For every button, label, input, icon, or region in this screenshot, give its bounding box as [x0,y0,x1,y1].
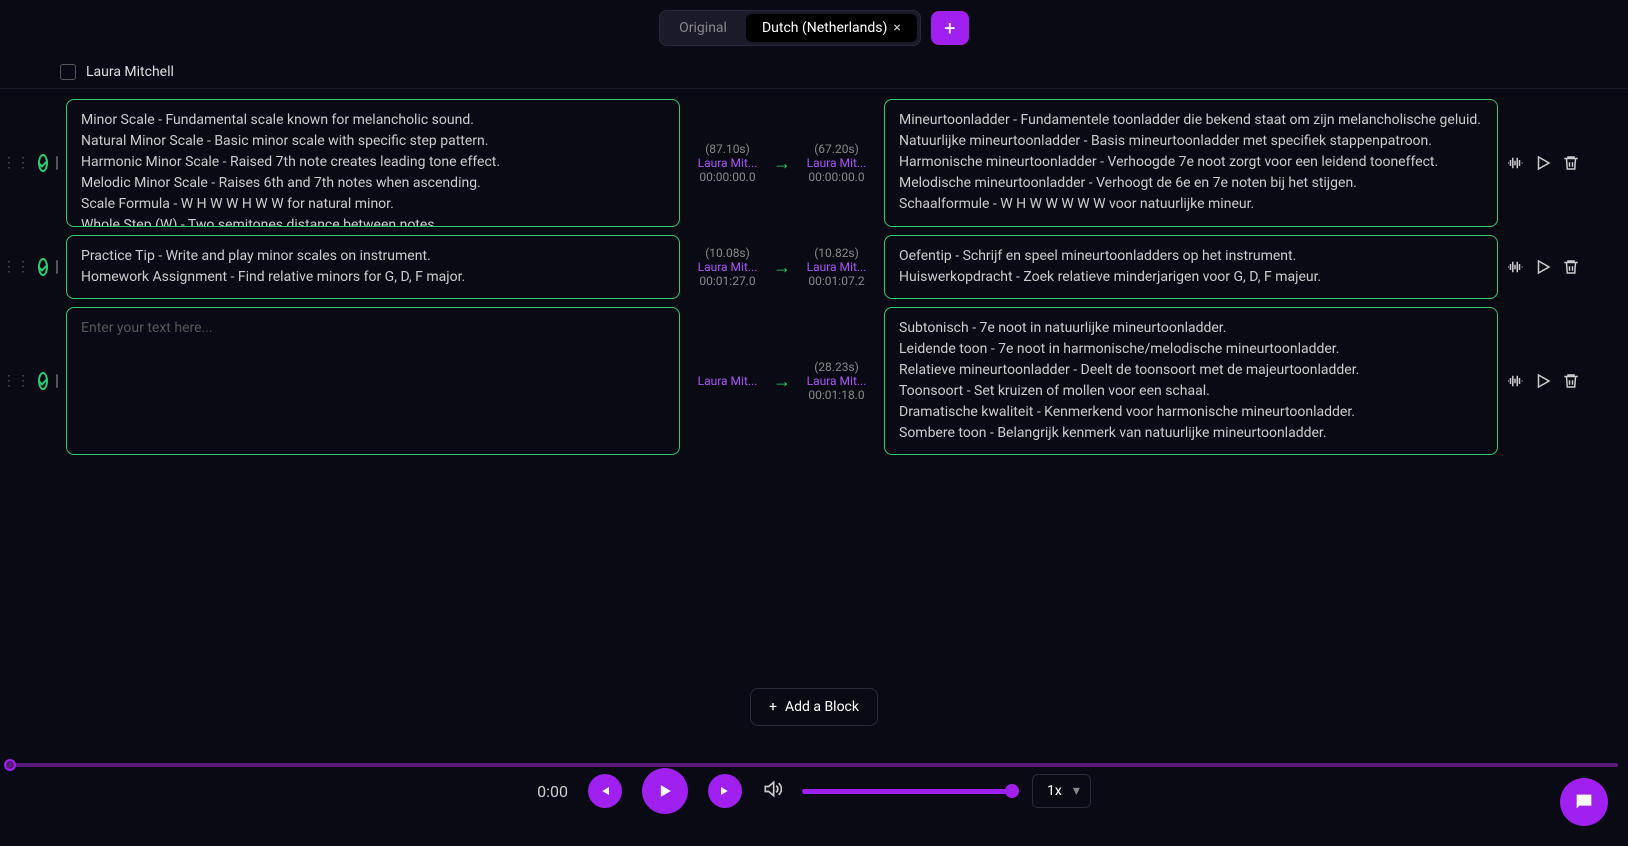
speaker-name: Laura Mitchell [86,64,174,80]
status-check-icon[interactable] [38,258,48,276]
tab-label: Dutch (Netherlands) [762,20,887,36]
timing-info: Laura Mit... → (28.23s) Laura Mit... 00:… [688,307,876,455]
prev-button[interactable] [588,774,622,808]
play-icon[interactable] [1534,372,1552,390]
trash-icon[interactable] [1562,154,1580,172]
speaker-checkbox[interactable] [60,64,76,80]
status-check-icon[interactable] [38,154,48,172]
add-block-label: Add a Block [785,699,859,715]
drag-handle-icon[interactable]: ⋮⋮ [2,156,30,170]
target-text-block[interactable]: Mineurtoonladder - Fundamentele toonladd… [884,99,1498,227]
block-actions [1506,235,1586,299]
block-row: ⋮⋮ Minor Scale - Fundamental scale known… [0,95,1628,231]
duration: (10.08s) [690,246,765,260]
play-button[interactable] [642,768,688,814]
arrow-right-icon: → [773,371,791,392]
duration: (87.10s) [690,142,765,156]
target-text-block[interactable]: Oefentip - Schrijf en speel mineurtoonla… [884,235,1498,299]
speaker-label: Laura Mit... [690,156,765,170]
row-checkbox[interactable] [56,156,58,170]
play-icon[interactable] [1534,154,1552,172]
waveform-icon[interactable] [1506,154,1524,172]
time-label: 0:00 [537,782,568,801]
chat-button[interactable] [1560,778,1608,826]
close-icon[interactable]: × [893,20,900,36]
speed-label: 1x [1047,783,1062,799]
timing-info: (10.08s) Laura Mit... 00:01:27.0 → (10.8… [688,235,876,299]
speaker-label: Laura Mit... [799,156,874,170]
speaker-label: Laura Mit... [690,260,765,274]
timestamp: 00:01:07.2 [799,274,874,288]
timing-info: (87.10s) Laura Mit... 00:00:00.0 → (67.2… [688,99,876,227]
arrow-right-icon: → [773,153,791,174]
duration: (28.23s) [799,360,874,374]
row-checkbox[interactable] [56,260,58,274]
add-language-button[interactable]: + [931,11,969,45]
speaker-row: Laura Mitchell [0,56,1628,88]
block-row: ⋮⋮ Practice Tip - Write and play minor s… [0,231,1628,303]
drag-handle-icon[interactable]: ⋮⋮ [2,374,30,388]
language-tabs: Original Dutch (Netherlands) × + [0,0,1628,56]
source-text-block[interactable]: Enter your text here... [66,307,680,455]
block-actions [1506,307,1586,455]
target-info: (67.20s) Laura Mit... 00:00:00.0 [799,142,874,184]
speaker-label: Laura Mit... [690,374,765,388]
status-check-icon[interactable] [38,372,48,390]
duration: (10.82s) [799,246,874,260]
source-info: (87.10s) Laura Mit... 00:00:00.0 [690,142,765,184]
waveform-icon[interactable] [1506,372,1524,390]
target-info: (28.23s) Laura Mit... 00:01:18.0 [799,360,874,402]
trash-icon[interactable] [1562,372,1580,390]
duration: (67.20s) [799,142,874,156]
trash-icon[interactable] [1562,258,1580,276]
drag-handle-icon[interactable]: ⋮⋮ [2,260,30,274]
add-block-button[interactable]: + Add a Block [750,688,878,726]
speed-select[interactable]: 1x [1032,774,1091,808]
block-row: ⋮⋮ Enter your text here... Laura Mit... … [0,303,1628,459]
block-actions [1506,99,1586,227]
target-info: (10.82s) Laura Mit... 00:01:07.2 [799,246,874,288]
row-controls: ⋮⋮ [10,235,58,299]
waveform-icon[interactable] [1506,258,1524,276]
source-text-block[interactable]: Minor Scale - Fundamental scale known fo… [66,99,680,227]
plus-icon: + [769,699,777,715]
timestamp: 00:00:00.0 [690,170,765,184]
tab-target[interactable]: Dutch (Netherlands) × [746,14,917,42]
timestamp: 00:01:27.0 [690,274,765,288]
tab-label: Original [679,20,727,36]
source-info: (10.08s) Laura Mit... 00:01:27.0 [690,246,765,288]
speaker-label: Laura Mit... [799,260,874,274]
speaker-label: Laura Mit... [799,374,874,388]
play-icon[interactable] [1534,258,1552,276]
timestamp: 00:01:18.0 [799,388,874,402]
row-controls: ⋮⋮ [10,99,58,227]
next-button[interactable] [708,774,742,808]
timestamp: 00:00:00.0 [799,170,874,184]
target-text-block[interactable]: Subtonisch - 7e noot in natuurlijke mine… [884,307,1498,455]
source-text-block[interactable]: Practice Tip - Write and play minor scal… [66,235,680,299]
player-bar: 0:00 1x [0,756,1628,826]
source-info: Laura Mit... [690,374,765,388]
tab-group: Original Dutch (Netherlands) × [659,10,921,46]
row-controls: ⋮⋮ [10,307,58,455]
add-block-row: + Add a Block [0,668,1628,746]
row-checkbox[interactable] [56,374,58,388]
volume-slider[interactable] [802,789,1012,794]
volume-icon[interactable] [762,779,782,803]
blocks-container: ⋮⋮ Minor Scale - Fundamental scale known… [0,89,1628,465]
tab-original[interactable]: Original [663,14,743,42]
arrow-right-icon: → [773,257,791,278]
